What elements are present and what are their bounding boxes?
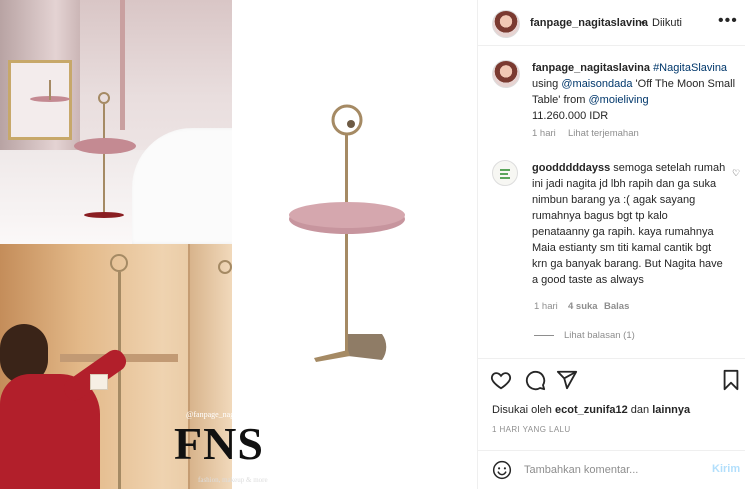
comment-body: semoga setelah rumah ini jadi nagita jd … <box>532 162 726 286</box>
post-sidebar: fanpage_nagitaslavina • Diikuti ••• fanp… <box>477 0 745 489</box>
likes-prefix: Disukai oleh <box>492 404 552 416</box>
bathroom-photo <box>0 0 232 244</box>
separator-dot: • <box>641 17 645 29</box>
caption-hashtag[interactable]: #NagitaSlavina <box>653 62 727 74</box>
product-photo <box>232 0 477 489</box>
action-bar: Disukai oleh ecot_zunifa12 dan lainnya 1… <box>478 358 745 458</box>
share-icon[interactable] <box>556 369 578 391</box>
likes-conjunction: dan <box>630 404 650 416</box>
comment-composer: Kirim <box>478 450 745 489</box>
caption-price: 11.260.000 IDR <box>532 110 609 122</box>
likes-user[interactable]: ecot_zunifa12 <box>555 404 628 416</box>
watermark-tagline: fashion, makeup & more <box>198 476 268 484</box>
replies-divider <box>534 334 554 336</box>
header-username[interactable]: fanpage_nagitaslavina <box>530 17 648 29</box>
watermark-logo: FNS <box>174 418 264 469</box>
side-table-illustration <box>289 104 405 362</box>
view-replies[interactable]: Lihat balasan (1) <box>534 330 635 341</box>
caption-avatar[interactable] <box>492 60 520 88</box>
post-comment-button[interactable]: Kirim <box>712 463 740 475</box>
translate-link[interactable]: Lihat terjemahan <box>568 128 639 139</box>
caption-username[interactable]: fanpage_nagitaslavina <box>532 62 650 74</box>
bathtub <box>132 128 232 244</box>
comment-input[interactable] <box>524 460 704 480</box>
wall-socket <box>90 374 108 390</box>
commenter-username[interactable]: goodddddayss <box>532 162 610 174</box>
caption-text-1: using <box>532 78 559 90</box>
post-timestamp[interactable]: 1 HARI YANG LALU <box>492 425 571 434</box>
caption-text: fanpage_nagitaslavina #NagitaSlavina usi… <box>532 60 736 124</box>
emoji-icon[interactable] <box>492 460 512 480</box>
post-header: fanpage_nagitaslavina • Diikuti ••• <box>478 0 745 46</box>
reply-button[interactable]: Balas <box>604 301 629 312</box>
post-media[interactable]: @fanpage_nagitaslavina FNS fashion, make… <box>0 0 477 489</box>
commenter-avatar[interactable] <box>492 160 518 186</box>
likes-summary: Disukai oleh ecot_zunifa12 dan lainnya <box>492 404 690 416</box>
avatar[interactable] <box>492 10 520 38</box>
comment-text: goodddddayss semoga setelah rumah ini ja… <box>532 160 728 288</box>
caption-time[interactable]: 1 hari <box>532 128 556 139</box>
caption-mention-moieliving[interactable]: @moieliving <box>589 94 649 106</box>
following-button[interactable]: Diikuti <box>652 17 682 29</box>
likes-others[interactable]: lainnya <box>652 404 690 416</box>
more-horizontal-icon[interactable]: ••• <box>718 12 738 30</box>
heart-icon[interactable] <box>490 369 512 391</box>
comment-icon[interactable] <box>524 369 546 391</box>
caption-mention-maisondada[interactable]: @maisondada <box>561 78 632 90</box>
comment-likes[interactable]: 4 suka <box>568 301 598 312</box>
bookmark-icon[interactable] <box>720 369 742 391</box>
comment-time[interactable]: 1 hari <box>534 301 558 312</box>
view-replies-label[interactable]: Lihat balasan (1) <box>564 330 635 341</box>
comment-like-icon[interactable]: ♡ <box>732 168 740 179</box>
